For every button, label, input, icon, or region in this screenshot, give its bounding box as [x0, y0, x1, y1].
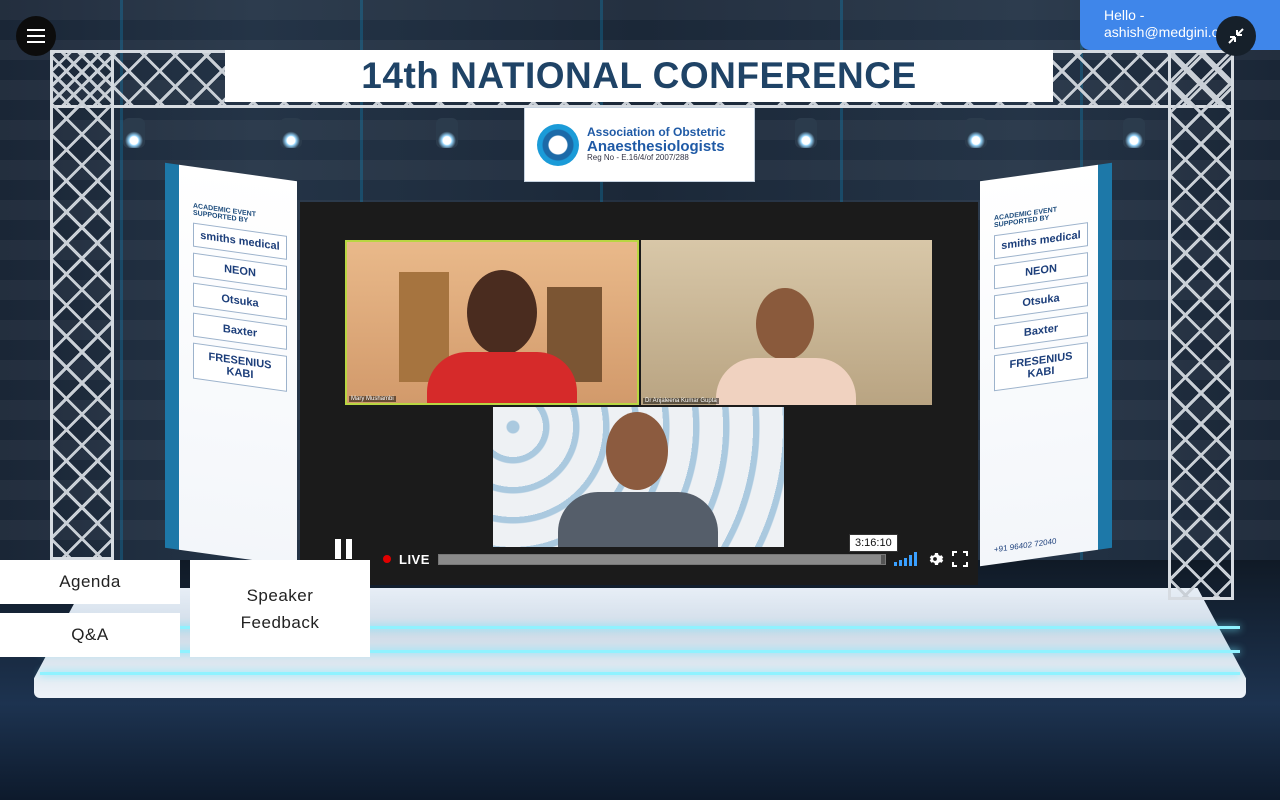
live-label[interactable]: LIVE [399, 552, 430, 567]
time-tooltip: 3:16:10 [849, 534, 898, 552]
progress-fill [438, 554, 881, 564]
participant-video-tile: Dr Anjaleena Kumar Gupta [641, 240, 932, 405]
participant-body [716, 358, 856, 405]
exit-fullscreen-button[interactable] [1216, 16, 1256, 56]
participant-name: Mary Mushambi [349, 396, 396, 402]
association-name-line1: Association of Obstetric [587, 125, 726, 140]
settings-gear-icon[interactable] [926, 550, 944, 568]
spotlight [965, 118, 987, 148]
fullscreen-icon[interactable] [952, 551, 968, 567]
progress-bar[interactable] [437, 553, 886, 565]
participant-video-tile [493, 407, 784, 547]
association-logo: Association of Obstetric Anaesthesiologi… [524, 107, 755, 182]
participant-face [606, 412, 668, 490]
conference-title-banner: 14th NATIONAL CONFERENCE [225, 50, 1053, 102]
hamburger-icon [27, 35, 45, 37]
video-player[interactable]: Mary Mushambi Dr Anjaleena Kumar Gupta [300, 202, 978, 585]
participant-body [427, 352, 577, 403]
contact-phone: +91 96402 72040 [994, 536, 1057, 555]
hamburger-icon [27, 29, 45, 31]
greeting-text: Hello - [1104, 7, 1145, 23]
spotlight [795, 118, 817, 148]
sponsor-panel-right: ACADEMIC EVENT SUPPORTED BY smiths medic… [980, 162, 1112, 567]
sponsor-logo-fresenius: FRESENIUS KABI [994, 342, 1088, 392]
sponsor-panel-left: ACADEMIC EVENT SUPPORTED BY smiths medic… [165, 162, 297, 567]
hamburger-icon [27, 41, 45, 43]
participant-video-tile: Mary Mushambi [345, 240, 639, 405]
volume-icon[interactable] [894, 552, 918, 566]
spotlight [1123, 118, 1145, 148]
left-truss [50, 50, 114, 560]
qa-button[interactable]: Q&A [0, 613, 180, 657]
platform-light-strip [40, 672, 1240, 675]
pause-icon [345, 539, 352, 559]
participant-name: Dr Anjaleena Kumar Gupta [643, 398, 719, 404]
pause-icon [334, 539, 341, 559]
association-emblem-icon [537, 123, 579, 166]
conference-title: 14th NATIONAL CONFERENCE [361, 55, 917, 96]
association-reg-number: Reg No - E.16/4/of 2007/288 [587, 153, 689, 163]
menu-button[interactable] [16, 16, 56, 56]
participant-face [756, 288, 814, 360]
association-name-line2: Anaesthesiologists [587, 137, 725, 155]
spotlight [436, 118, 458, 148]
speaker-feedback-button[interactable]: Speaker Feedback [190, 560, 370, 657]
participant-face [467, 270, 537, 355]
participant-body [558, 492, 718, 547]
right-truss [1168, 50, 1234, 600]
sponsor-logo-fresenius: FRESENIUS KABI [193, 342, 287, 392]
spotlight [123, 118, 145, 148]
agenda-button[interactable]: Agenda [0, 560, 180, 604]
collapse-icon [1228, 28, 1244, 44]
pause-button[interactable] [311, 536, 375, 562]
live-indicator-icon [383, 555, 391, 563]
spotlight [280, 118, 302, 148]
